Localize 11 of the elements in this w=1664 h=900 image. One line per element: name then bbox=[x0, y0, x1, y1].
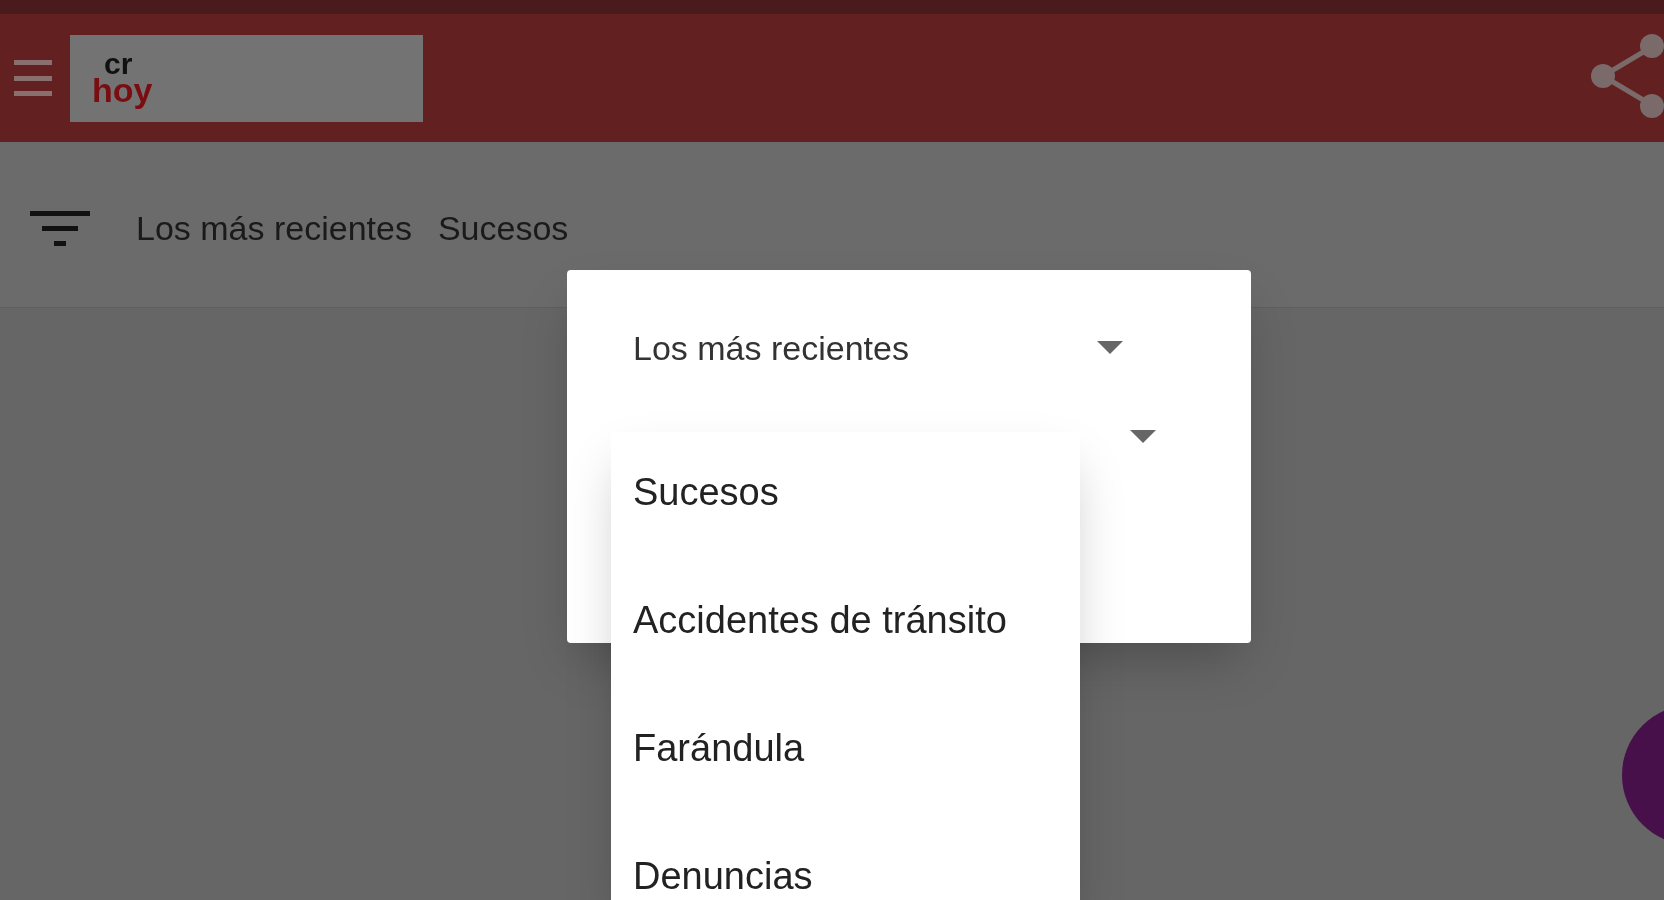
order-select[interactable]: Los más recientes bbox=[633, 320, 1123, 376]
logo-text: cr bbox=[104, 50, 133, 77]
menu-item[interactable]: Denuncias bbox=[611, 844, 1080, 900]
menu-item[interactable]: Sucesos bbox=[611, 460, 1080, 588]
category-filter-label: Sucesos bbox=[437, 208, 569, 249]
filter-icon[interactable] bbox=[30, 208, 90, 249]
menu-item[interactable]: Accidentes de tránsito bbox=[611, 588, 1080, 716]
menu-item[interactable]: Farándula bbox=[611, 716, 1080, 844]
caret-icon[interactable] bbox=[1130, 430, 1156, 444]
order-filter-label: Los más recientes bbox=[136, 208, 412, 249]
caret-icon bbox=[1097, 341, 1123, 355]
